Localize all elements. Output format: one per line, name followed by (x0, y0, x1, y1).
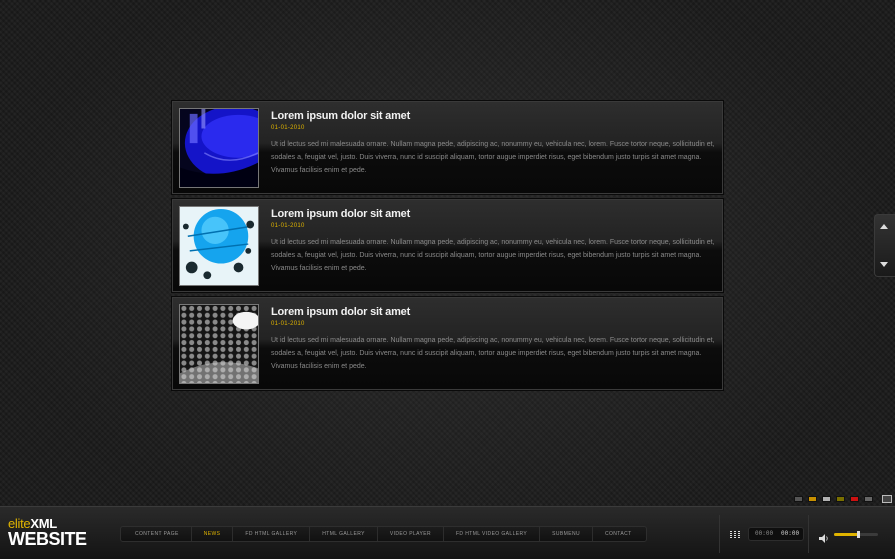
theme-swatch[interactable] (794, 496, 803, 502)
theme-swatch[interactable] (864, 496, 873, 502)
time-elapsed: 00:00 (755, 530, 774, 537)
volume-level (834, 533, 859, 536)
grid-icon[interactable] (730, 531, 740, 538)
time-total: 00:00 (781, 530, 800, 537)
news-list: Lorem ipsum dolor sit amet 01-01-2010 Ut… (172, 101, 723, 395)
fullscreen-icon[interactable] (882, 495, 892, 503)
news-date: 01-01-2010 (271, 223, 305, 229)
news-body: Ut id lectus sed mi malesuada ornare. Nu… (271, 337, 715, 370)
nav-item-fd-html-gallery[interactable]: FD HTML GALLERY (233, 527, 311, 541)
nav-item-submenu[interactable]: SUBMENU (540, 527, 593, 541)
nav-item-html-gallery[interactable]: HTML GALLERY (310, 527, 378, 541)
divider (719, 515, 720, 553)
scroll-control (874, 214, 895, 277)
bottom-bar: eliteXML WEBSITE CONTENT PAGE NEWS FD HTML… (0, 506, 895, 559)
news-title[interactable]: Lorem ipsum dolor sit amet (271, 110, 410, 122)
news-thumbnail-hex-mesh[interactable] (179, 304, 259, 384)
nav-item-contact[interactable]: CONTACT (593, 527, 644, 541)
theme-swatch[interactable] (850, 496, 859, 502)
news-item[interactable]: Lorem ipsum dolor sit amet 01-01-2010 Ut… (172, 297, 723, 390)
theme-swatch[interactable] (822, 496, 831, 502)
news-title[interactable]: Lorem ipsum dolor sit amet (271, 208, 410, 220)
grid-icon-dot (738, 537, 740, 538)
news-thumbnail-cyan-spheres[interactable] (179, 206, 259, 286)
volume-knob[interactable] (857, 531, 861, 538)
news-body: Ut id lectus sed mi malesuada ornare. Nu… (271, 239, 715, 272)
chevron-down-icon[interactable] (880, 262, 888, 267)
grid-icon-dot (734, 533, 736, 534)
news-body: Ut id lectus sed mi malesuada ornare. Nu… (271, 141, 715, 174)
grid-icon-dot (730, 537, 732, 538)
logo-bottom: WEBSITE (8, 529, 87, 549)
news-item[interactable]: Lorem ipsum dolor sit amet 01-01-2010 Ut… (172, 199, 723, 292)
news-date: 01-01-2010 (271, 125, 305, 131)
logo[interactable]: eliteXML WEBSITE (8, 517, 87, 548)
theme-swatch[interactable] (836, 496, 845, 502)
main-nav: CONTENT PAGE NEWS FD HTML GALLERY HTML GALL… (120, 526, 647, 542)
grid-icon-dot (738, 533, 740, 534)
grid-icon-dot (730, 533, 732, 534)
news-title[interactable]: Lorem ipsum dolor sit amet (271, 306, 410, 318)
grid-icon-dot (738, 531, 740, 532)
nav-item-news[interactable]: NEWS (192, 527, 234, 541)
volume-slider[interactable] (834, 531, 878, 538)
news-item[interactable]: Lorem ipsum dolor sit amet 01-01-2010 Ut… (172, 101, 723, 194)
news-date: 01-01-2010 (271, 321, 305, 327)
speaker-icon[interactable] (819, 530, 829, 543)
theme-swatch[interactable] (808, 496, 817, 502)
grid-icon-dot (738, 535, 740, 536)
news-thumbnail-blue-glass[interactable] (179, 108, 259, 188)
grid-icon-dot (734, 537, 736, 538)
grid-icon-dot (734, 535, 736, 536)
grid-icon-dot (734, 531, 736, 532)
nav-item-video-player[interactable]: VIDEO PLAYER (378, 527, 444, 541)
chevron-up-icon[interactable] (880, 224, 888, 229)
grid-icon-dot (730, 531, 732, 532)
time-display: 00:00 00:00 (748, 527, 804, 541)
nav-item-fd-html-video-gallery[interactable]: FD HTML VIDEO GALLERY (444, 527, 541, 541)
grid-icon-dot (730, 535, 732, 536)
nav-item-content-page[interactable]: CONTENT PAGE (123, 527, 192, 541)
divider (808, 515, 809, 553)
